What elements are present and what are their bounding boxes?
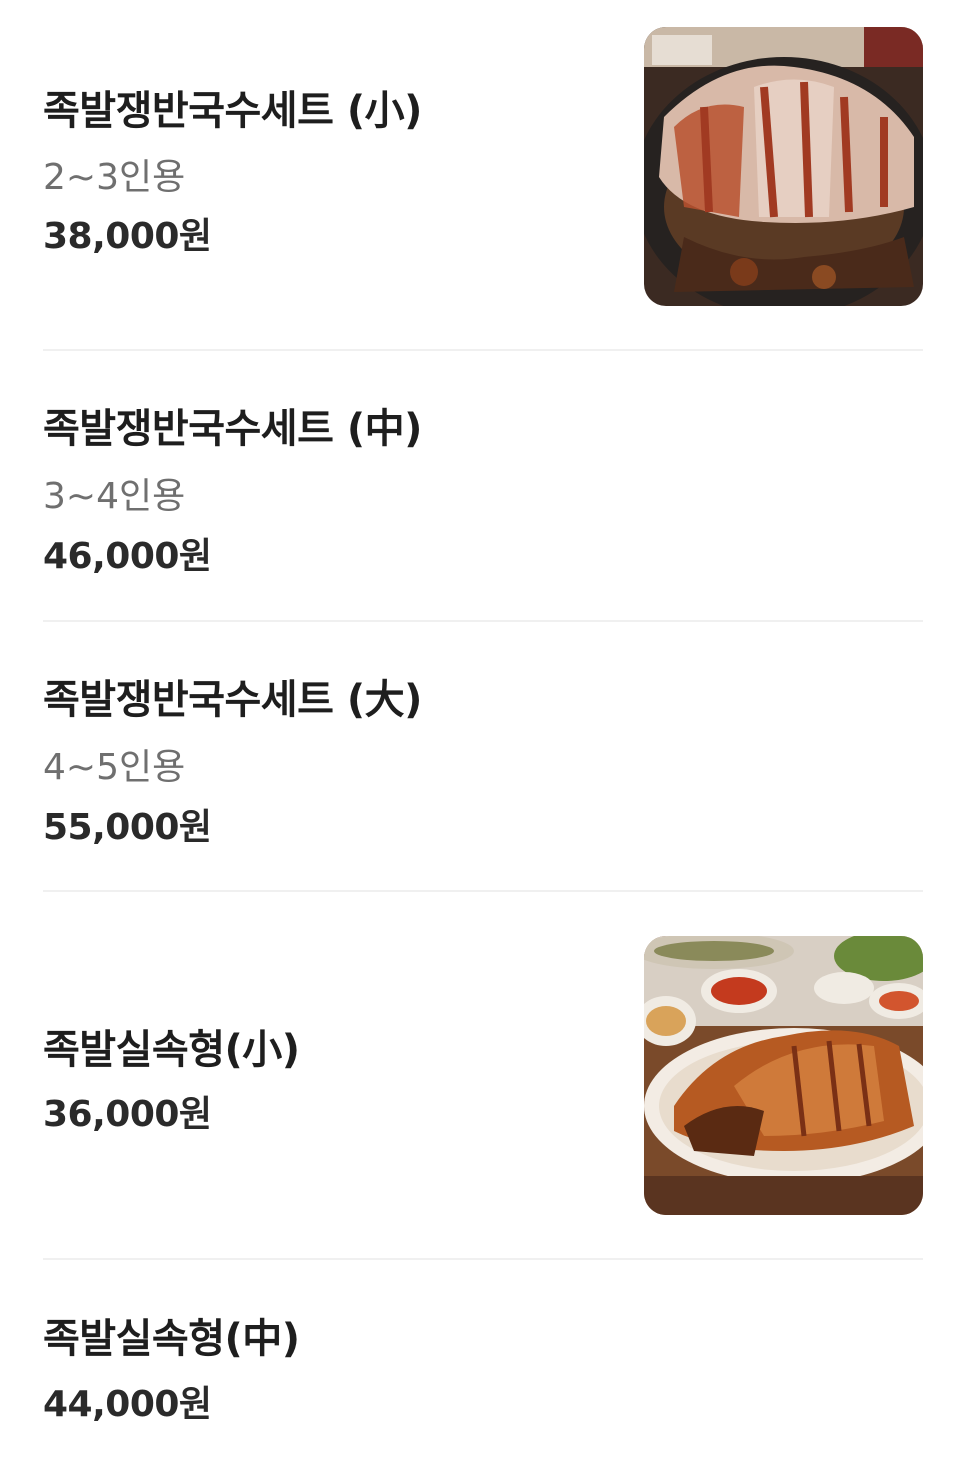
menu-item-price: 46,000원 <box>43 536 212 577</box>
menu-item[interactable]: 족발쟁반국수세트 (中) 3~4인용 46,000원 <box>43 351 923 621</box>
menu-item-price: 55,000원 <box>43 807 212 848</box>
menu-item-name: 족발쟁반국수세트 (小) <box>43 88 422 134</box>
menu-item[interactable]: 족발실속형(中) 44,000원 <box>43 1260 923 1465</box>
menu-item-price: 38,000원 <box>43 216 212 257</box>
menu-list: 족발쟁반국수세트 (小) 2~3인용 38,000원 족발쟁반국수세트 (中) <box>0 0 966 1465</box>
pork-hocks-tray-photo[interactable] <box>644 27 923 306</box>
menu-item-name: 족발실속형(小) <box>43 1027 300 1073</box>
menu-item-price: 36,000원 <box>43 1094 212 1135</box>
menu-item-name: 족발실속형(中) <box>43 1316 300 1362</box>
menu-item-serving: 2~3인용 <box>43 157 186 198</box>
menu-item-name: 족발쟁반국수세트 (中) <box>43 406 422 452</box>
menu-item-price: 44,000원 <box>43 1384 212 1425</box>
menu-item-name: 족발쟁반국수세트 (大) <box>43 677 422 723</box>
menu-item-serving: 3~4인용 <box>43 476 186 517</box>
menu-item-serving: 4~5인용 <box>43 747 186 788</box>
menu-item[interactable]: 족발쟁반국수세트 (大) 4~5인용 55,000원 <box>43 622 923 892</box>
pork-hocks-platter-photo[interactable] <box>644 936 923 1215</box>
